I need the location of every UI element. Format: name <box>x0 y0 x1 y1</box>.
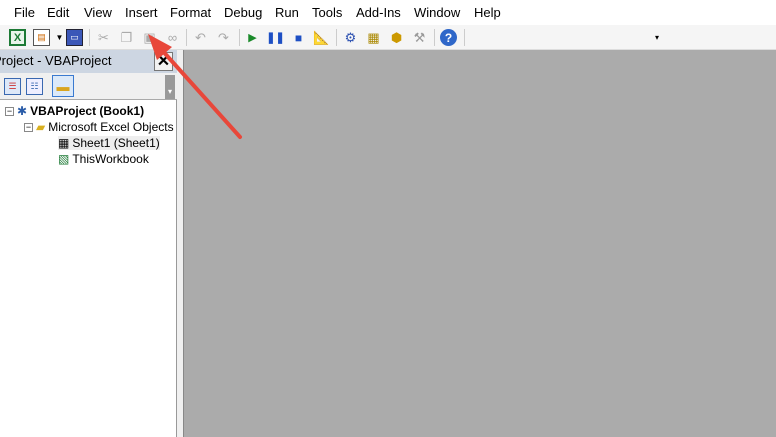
annotation-arrow <box>148 34 242 139</box>
